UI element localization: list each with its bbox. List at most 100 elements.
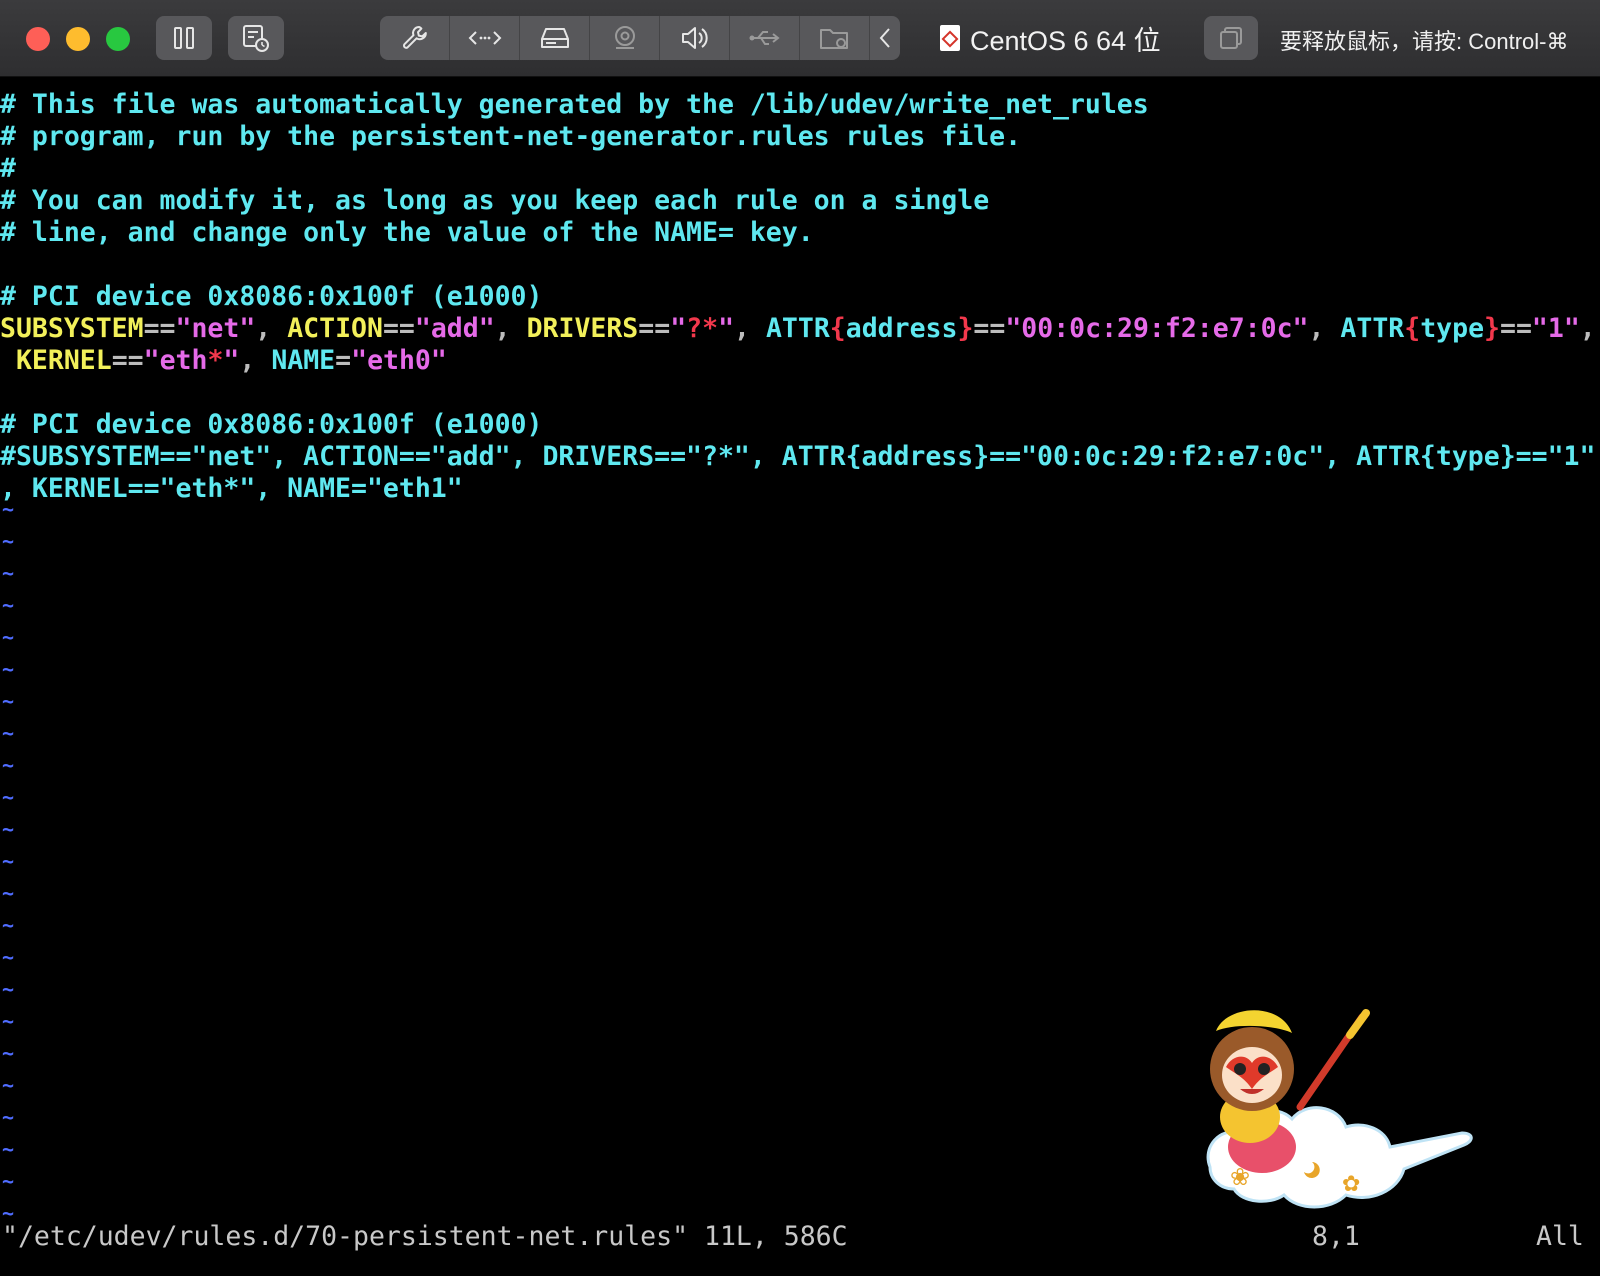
token-special: { <box>1404 313 1421 344</box>
token-separator: , <box>255 313 288 344</box>
token-separator <box>0 345 16 376</box>
token-keyword: ATTR <box>1340 313 1405 344</box>
tilde-marker: ~ <box>2 497 15 521</box>
svg-text:✿: ✿ <box>1342 1172 1360 1197</box>
tilde-marker: ~ <box>2 913 15 937</box>
editor-line: # This file was automatically generated … <box>0 89 1149 120</box>
editor-line: # line, and change only the value of the… <box>0 217 814 248</box>
tilde-marker: ~ <box>2 849 15 873</box>
sound-button[interactable] <box>660 16 731 60</box>
editor-line: # <box>0 153 16 184</box>
token-string: " <box>670 313 687 344</box>
tilde-marker: ~ <box>2 1009 15 1033</box>
token-keyword: NAME <box>271 345 336 376</box>
token-string: "eth0" <box>351 345 447 376</box>
editor-line: # program, run by the persistent-net-gen… <box>0 121 1022 152</box>
token-separator: , <box>494 313 527 344</box>
token-string: "00:0c:29:f2:e7:0c" <box>1005 313 1309 344</box>
token-separator: , <box>239 345 272 376</box>
tilde-marker: ~ <box>2 753 15 777</box>
token-keyword: ATTR <box>765 313 830 344</box>
token-string: "net" <box>175 313 256 344</box>
token-string: " <box>718 313 735 344</box>
monkey-king-mascot-image: ❀ ✿ <box>1206 1009 1473 1209</box>
token-special: } <box>1484 313 1500 344</box>
token-operator: == <box>111 345 144 376</box>
editor-line: , KERNEL=="eth*", NAME="eth1" <box>0 473 463 504</box>
snapshot-icon <box>243 25 269 52</box>
speaker-icon <box>681 27 708 49</box>
collapse-toolbar-button[interactable] <box>870 16 900 60</box>
vm-title: CentOS 6 64 位 <box>940 20 1161 56</box>
editor-line: # You can modify it, as long as you keep… <box>0 185 990 216</box>
token-operator: == <box>638 313 671 344</box>
tilde-marker: ~ <box>2 721 15 745</box>
tilde-marker: ~ <box>2 1105 15 1129</box>
tilde-marker: ~ <box>2 977 15 1001</box>
tilde-marker: ~ <box>2 817 15 841</box>
token-special: * <box>207 345 224 376</box>
token-separator: , <box>734 313 766 344</box>
device-toolbar <box>380 16 900 60</box>
wrench-icon <box>402 26 427 49</box>
snapshot-button[interactable] <box>228 16 284 60</box>
token-special: { <box>829 313 846 344</box>
tilde-marker: ~ <box>2 785 15 809</box>
tilde-marker: ~ <box>2 945 15 969</box>
windows-stack-icon <box>1220 27 1242 49</box>
suspend-button[interactable] <box>156 16 212 60</box>
token-operator: == <box>143 313 176 344</box>
token-separator: , <box>1308 313 1341 344</box>
vm-title-text: CentOS 6 64 位 <box>970 25 1161 56</box>
tilde-marker: ~ <box>2 529 15 553</box>
editor-line: # PCI device 0x8086:0x100f (e1000) <box>0 281 543 312</box>
close-window-button[interactable] <box>26 27 50 51</box>
token-string: " <box>223 345 240 376</box>
vm-console-screen[interactable]: # This file was automatically generated … <box>0 77 1600 1276</box>
release-mouse-hint: 要释放鼠标，请按: Control-⌘ <box>1280 29 1569 54</box>
tilde-marker: ~ <box>2 1169 15 1193</box>
token-string: "1" <box>1531 313 1580 344</box>
token-special: } <box>957 313 974 344</box>
token-keyword: KERNEL <box>15 345 112 376</box>
token-special: ?* <box>686 313 719 344</box>
tilde-marker: ~ <box>2 1041 15 1065</box>
editor-line: #SUBSYSTEM=="net", ACTION=="add", DRIVER… <box>0 441 1596 472</box>
usb-button[interactable] <box>730 16 801 60</box>
chevron-left-icon <box>879 28 890 48</box>
folder-icon <box>819 29 848 49</box>
vm-document-icon <box>940 25 960 51</box>
camera-button[interactable] <box>590 16 661 60</box>
unity-view-button[interactable] <box>1204 16 1258 60</box>
token-identifier: address <box>845 313 958 344</box>
tilde-marker: ~ <box>2 1073 15 1097</box>
usb-icon <box>749 31 780 45</box>
tilde-marker: ~ <box>2 561 15 585</box>
window-titlebar: CentOS 6 64 位 要释放鼠标，请按: Control-⌘ <box>0 0 1600 77</box>
tilde-marker: ~ <box>2 689 15 713</box>
token-keyword: SUBSYSTEM <box>0 313 144 344</box>
active-rule-line: SUBSYSTEM=="net", ACTION=="add", DRIVERS… <box>0 313 1596 345</box>
tilde-marker: ~ <box>2 1137 15 1161</box>
token-operator: == <box>1500 313 1532 344</box>
token-identifier: type <box>1420 313 1485 344</box>
shared-folder-button[interactable] <box>800 16 871 60</box>
token-separator: , <box>1579 313 1596 344</box>
token-keyword: ACTION <box>287 313 383 344</box>
hard-disk-button[interactable] <box>520 16 591 60</box>
minimize-window-button[interactable] <box>66 27 90 51</box>
status-scroll-position: All <box>1536 1221 1584 1252</box>
token-string: "eth <box>143 345 208 376</box>
hard-disk-icon <box>540 28 569 48</box>
settings-button[interactable] <box>380 16 451 60</box>
status-file-info: "/etc/udev/rules.d/70-persistent-net.rul… <box>2 1221 848 1252</box>
tilde-marker: ~ <box>2 625 15 649</box>
network-button[interactable] <box>450 16 521 60</box>
tilde-marker: ~ <box>2 881 15 905</box>
editor-line: # PCI device 0x8086:0x100f (e1000) <box>0 409 543 440</box>
token-keyword: DRIVERS <box>526 313 639 344</box>
token-string: "add" <box>414 313 495 344</box>
zoom-window-button[interactable] <box>106 27 130 51</box>
network-arrows-icon <box>468 31 502 45</box>
token-operator: == <box>382 313 415 344</box>
